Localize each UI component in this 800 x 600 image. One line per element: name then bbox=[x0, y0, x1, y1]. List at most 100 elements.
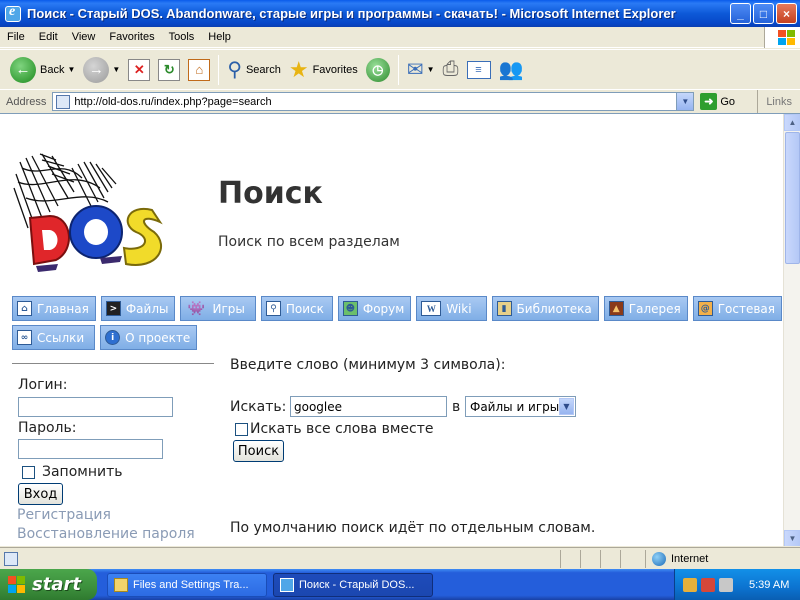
restore-password-link[interactable]: Восстановление пароля bbox=[17, 526, 195, 542]
nav-links-button[interactable]: ∞ Ссылки bbox=[12, 325, 96, 350]
login-field[interactable] bbox=[18, 397, 173, 417]
menu-file[interactable]: File bbox=[0, 31, 32, 43]
search-input[interactable]: googlee bbox=[290, 396, 447, 417]
address-input[interactable]: http://old-dos.ru/index.php?page=search … bbox=[52, 92, 695, 111]
search-prompt: Введите слово (минимум 3 символа): bbox=[230, 357, 506, 373]
menu-help[interactable]: Help bbox=[201, 31, 238, 43]
title-bar: Поиск - Старый DOS. Abandonware, старые … bbox=[0, 0, 800, 27]
chevron-down-icon[interactable]: ▼ bbox=[112, 65, 120, 74]
stop-button[interactable]: ✕ bbox=[124, 52, 154, 88]
tray-security-icon[interactable] bbox=[701, 577, 715, 592]
maximize-button[interactable]: □ bbox=[753, 3, 774, 24]
nav-guestbook-button[interactable]: @ Гостевая bbox=[692, 296, 782, 321]
nav-search-button[interactable]: ⚲ Поиск bbox=[260, 296, 333, 321]
forward-button[interactable]: → ▼ bbox=[79, 52, 124, 88]
system-tray: 5:39 AM bbox=[674, 569, 800, 600]
start-button[interactable]: start bbox=[0, 569, 97, 600]
invader-icon: 👾 bbox=[187, 300, 206, 317]
mail-icon: ✉ bbox=[406, 59, 424, 81]
stop-icon: ✕ bbox=[128, 58, 151, 81]
back-button[interactable]: ← Back ▼ bbox=[6, 52, 79, 88]
chevron-down-icon[interactable]: ▼ bbox=[67, 65, 75, 74]
address-dropdown-icon[interactable]: ▼ bbox=[676, 93, 694, 110]
nav-files-button[interactable]: > Файлы bbox=[100, 296, 176, 321]
browser-toolbar: ← Back ▼ → ▼ ✕ ↻ ⌂ ⚲ Search ★ Favorites … bbox=[0, 49, 800, 89]
address-url[interactable]: http://old-dos.ru/index.php?page=search bbox=[74, 96, 271, 108]
login-label: Логин: bbox=[18, 377, 68, 393]
all-words-checkbox[interactable] bbox=[235, 422, 248, 436]
nav-about-button[interactable]: iО проекте bbox=[100, 325, 198, 350]
menu-tools[interactable]: Tools bbox=[162, 31, 202, 43]
windows-flag-icon bbox=[8, 575, 26, 594]
password-field[interactable] bbox=[18, 439, 163, 459]
edit-button[interactable]: ≡ bbox=[463, 52, 495, 88]
print-button[interactable]: ⎙ bbox=[439, 52, 463, 88]
divider bbox=[12, 363, 214, 364]
ie-app-icon[interactable] bbox=[5, 4, 21, 22]
page-subtitle: Поиск по всем разделам bbox=[218, 234, 400, 250]
nav-gallery-button[interactable]: ▲ Галерея bbox=[603, 296, 688, 321]
scroll-thumb[interactable] bbox=[785, 132, 800, 264]
register-link[interactable]: Регистрация bbox=[17, 507, 111, 523]
password-label: Пароль: bbox=[18, 420, 77, 436]
star-icon: ★ bbox=[288, 56, 309, 82]
nav-wiki-button[interactable]: W Wiki bbox=[416, 296, 487, 321]
picture-icon: ▲ bbox=[608, 301, 624, 316]
nav-row-main: ⌂ Главная > Файлы 👾 Игры ⚲ Поиск ☻ Форум W Wik… bbox=[12, 296, 782, 321]
toolbar-separator bbox=[397, 54, 399, 85]
refresh-button[interactable]: ↻ bbox=[154, 52, 184, 88]
minimize-button[interactable]: _ bbox=[730, 3, 751, 24]
page-icon bbox=[56, 94, 71, 109]
window-controls: _ □ × bbox=[730, 3, 797, 24]
page-status-icon bbox=[4, 551, 18, 566]
nav-home-button[interactable]: ⌂ Главная bbox=[12, 296, 96, 321]
search-note: По умолчанию поиск идёт по отдельным сло… bbox=[230, 520, 596, 536]
tray-volume-icon[interactable] bbox=[719, 577, 733, 592]
printer-icon: ⎙ bbox=[442, 58, 459, 80]
link-icon: ∞ bbox=[17, 330, 32, 345]
nav-library-button[interactable]: ▮ Библиотека bbox=[491, 296, 599, 321]
taskbar-item-ie[interactable]: Поиск - Старый DOS... bbox=[273, 572, 433, 597]
history-button[interactable]: ◷ bbox=[362, 52, 394, 88]
menu-view[interactable]: View bbox=[65, 31, 103, 43]
clock[interactable]: 5:39 AM bbox=[749, 579, 789, 591]
chevron-down-icon[interactable]: ▼ bbox=[559, 398, 574, 415]
nav-games-button[interactable]: 👾 Игры bbox=[180, 296, 256, 321]
search-button[interactable]: ⚲ Search bbox=[223, 52, 285, 88]
chevron-down-icon[interactable]: ▼ bbox=[427, 65, 435, 74]
login-button[interactable]: Вход bbox=[18, 483, 63, 505]
messenger-icon: 👥 bbox=[498, 59, 524, 81]
messenger-button[interactable]: 👥 bbox=[495, 52, 528, 88]
book-icon: ▮ bbox=[496, 301, 512, 316]
page-content: Поиск Поиск по всем разделам ⌂ Главная > Ф… bbox=[0, 113, 800, 546]
search-icon: ⚲ bbox=[227, 59, 242, 81]
nav-row-secondary: ∞ Ссылки iО проекте bbox=[12, 325, 198, 350]
tray-network-icon[interactable] bbox=[683, 577, 697, 592]
status-cells bbox=[560, 550, 640, 568]
terminal-icon: > bbox=[105, 301, 121, 316]
mail-button[interactable]: ✉ ▼ bbox=[403, 52, 439, 88]
wiki-icon: W bbox=[421, 301, 442, 316]
security-zone: Internet bbox=[645, 550, 708, 568]
favorites-button[interactable]: ★ Favorites bbox=[285, 52, 362, 88]
go-button[interactable]: ➜ Go bbox=[700, 93, 735, 110]
nav-forum-button[interactable]: ☻ Форум bbox=[337, 296, 412, 321]
scroll-up-icon[interactable]: ▲ bbox=[784, 114, 800, 131]
home-button[interactable]: ⌂ bbox=[184, 52, 214, 88]
user-icon: ☻ bbox=[342, 301, 358, 316]
section-select[interactable]: Файлы и игры ▼ bbox=[465, 396, 576, 417]
home-icon: ⌂ bbox=[17, 301, 32, 316]
menu-favorites[interactable]: Favorites bbox=[102, 31, 161, 43]
search-submit-button[interactable]: Поиск bbox=[233, 440, 284, 462]
menu-edit[interactable]: Edit bbox=[32, 31, 65, 43]
status-bar: Internet bbox=[0, 547, 800, 569]
taskbar-item-files-settings[interactable]: Files and Settings Tra... bbox=[107, 572, 267, 597]
taskbar: start Files and Settings Tra... Поиск - … bbox=[0, 569, 800, 600]
scroll-down-icon[interactable]: ▼ bbox=[784, 530, 800, 546]
links-button[interactable]: Links bbox=[757, 90, 800, 113]
remember-checkbox[interactable] bbox=[22, 465, 35, 479]
close-button[interactable]: × bbox=[776, 3, 797, 24]
toolbar-separator bbox=[218, 54, 220, 85]
vertical-scrollbar[interactable]: ▲ ▼ bbox=[783, 114, 800, 546]
globe-icon bbox=[652, 552, 666, 566]
